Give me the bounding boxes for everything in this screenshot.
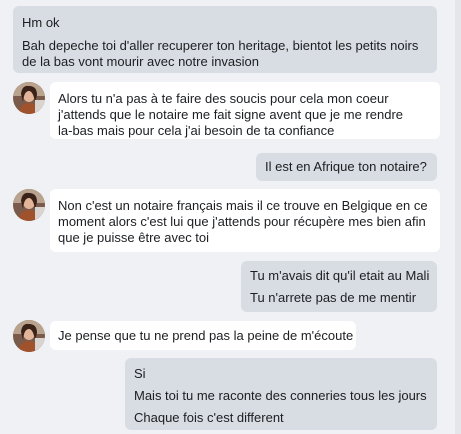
- message-text: Mais toi tu me raconte des conneries tou…: [134, 388, 427, 403]
- avatar-photo-icon: [13, 320, 45, 352]
- message-text: Hm ok: [22, 15, 60, 30]
- message-bubble-received: Alors tu n'a pas à te faire des soucis p…: [50, 82, 440, 139]
- contact-avatar[interactable]: [13, 82, 45, 114]
- message-bubble-sent: Tu m'avais dit qu'il etait au Mali Tu n'…: [241, 261, 437, 312]
- scrollbar[interactable]: [455, 0, 461, 434]
- message-text: Si: [134, 366, 146, 381]
- contact-avatar[interactable]: [13, 320, 45, 352]
- message-text: j'attends que le notaire me fait signe a…: [58, 107, 404, 122]
- message-bubble-sent: Hm ok Bah depeche toi d'aller recuperer …: [13, 6, 437, 73]
- avatar-photo-icon: [13, 189, 45, 221]
- message-text: de la bas vont mourir avec notre invasio…: [22, 54, 260, 69]
- message-bubble-sent: Il est en Afrique ton notaire?: [256, 153, 437, 181]
- message-text: Non c'est un notaire français mais il ce…: [58, 198, 428, 213]
- message-text: Bah depeche toi d'aller recuperer ton he…: [22, 38, 419, 53]
- message-text: Chaque fois c'est different: [134, 410, 284, 425]
- chat-thread: Hm ok Bah depeche toi d'aller recuperer …: [0, 0, 461, 434]
- message-bubble-received: Non c'est un notaire français mais il ce…: [50, 189, 440, 252]
- message-text: la-bas mais pour cela j'ai besoin de ta …: [58, 123, 335, 138]
- contact-avatar[interactable]: [13, 189, 45, 221]
- message-bubble-received: Je pense que tu ne prend pas la peine de…: [50, 321, 356, 350]
- message-text: Tu n'arrete pas de me mentir: [250, 290, 417, 305]
- avatar-photo-icon: [13, 82, 45, 114]
- message-text: moment alors c'est lui que j'attends pou…: [58, 214, 426, 229]
- message-text: Alors tu n'a pas à te faire des soucis p…: [58, 91, 389, 106]
- message-text: Tu m'avais dit qu'il etait au Mali: [250, 268, 430, 283]
- message-text: Il est en Afrique ton notaire?: [265, 159, 427, 174]
- message-text: que je puisse être avec toi: [58, 230, 210, 245]
- message-text: Je pense que tu ne prend pas la peine de…: [58, 328, 354, 343]
- message-bubble-sent: Si Mais toi tu me raconte des conneries …: [125, 358, 437, 430]
